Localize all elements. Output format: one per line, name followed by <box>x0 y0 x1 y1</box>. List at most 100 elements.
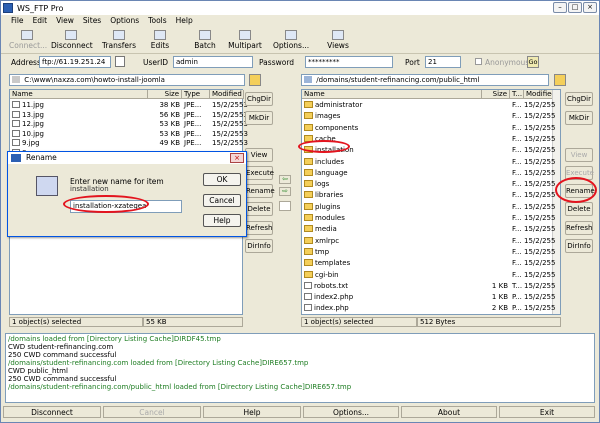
table-row[interactable]: administrator F... 15/2/255 <box>302 101 555 110</box>
right-path-combo[interactable]: /domains/student-refinancing.com/public_… <box>301 74 549 86</box>
menu-bar: File Edit View Sites Options Tools Help <box>1 15 599 27</box>
bottom-disconnect-button[interactable]: Disconnect <box>3 406 101 418</box>
bottom-options-button[interactable]: Options... <box>303 406 399 418</box>
transfers-button[interactable]: Transfers <box>101 30 137 52</box>
right-refresh-button[interactable]: Refresh <box>565 221 593 235</box>
maximize-button[interactable]: □ <box>568 2 582 13</box>
userid-label: UserID <box>143 58 169 67</box>
connect-button[interactable]: Connect... <box>9 30 47 52</box>
userid-input[interactable]: admin <box>173 56 253 68</box>
file-name-text: administrator <box>315 101 363 109</box>
right-dirinfo-button[interactable]: DirInfo <box>565 239 593 253</box>
left-view-button[interactable]: View <box>245 148 273 162</box>
bottom-help-button[interactable]: Help <box>203 406 301 418</box>
transfer-to-remote-button[interactable]: ⇨ <box>279 187 291 196</box>
table-row[interactable]: plugins F... 15/2/255 <box>302 202 555 212</box>
left-dirinfo-button[interactable]: DirInfo <box>245 239 273 253</box>
left-folder-up-icon[interactable] <box>249 74 261 86</box>
left-chgdir-button[interactable]: ChgDir <box>245 92 273 106</box>
table-row[interactable]: 10.jpg 53 KB JPE... 15/2/2553 <box>10 129 248 139</box>
left-col-modified[interactable]: Modified <box>210 90 244 99</box>
left-col-name[interactable]: Name <box>10 90 148 99</box>
folder-icon <box>304 214 313 221</box>
left-path-combo[interactable]: C:\www\naxza.com\howto-install-joomla <box>9 74 245 86</box>
table-row[interactable]: 11.jpg 38 KB JPE... 15/2/2553 <box>10 101 248 110</box>
table-row[interactable]: media F... 15/2/255 <box>302 225 555 234</box>
folder-icon <box>304 270 313 278</box>
bottom-about-button[interactable]: About <box>401 406 497 418</box>
table-row[interactable]: cgi-bin F... 15/2/255 <box>302 270 555 280</box>
password-input[interactable]: ********* <box>305 56 393 68</box>
right-view-button[interactable]: View <box>565 148 593 162</box>
menu-file[interactable]: File <box>11 15 24 27</box>
table-row[interactable]: 9.jpg 49 KB JPE... 15/2/2553 <box>10 139 248 148</box>
right-folder-up-icon[interactable] <box>554 74 566 86</box>
left-col-size[interactable]: Size <box>148 90 182 99</box>
table-row[interactable]: images F... 15/2/255 <box>302 112 555 121</box>
menu-view[interactable]: View <box>56 15 74 27</box>
table-row[interactable]: libraries F... 15/2/255 <box>302 191 555 200</box>
rename-file-icon <box>36 176 58 196</box>
table-row[interactable]: components F... 15/2/255 <box>302 123 555 133</box>
batch-button[interactable]: Batch <box>192 30 218 52</box>
right-chgdir-button[interactable]: ChgDir <box>565 92 593 106</box>
menu-sites[interactable]: Sites <box>83 15 101 27</box>
disconnect-button[interactable]: Disconnect <box>51 30 93 52</box>
message-log[interactable]: /domains loaded from [Directory Listing … <box>5 333 595 403</box>
table-row[interactable]: templates F... 15/2/255 <box>302 259 555 268</box>
close-window-button[interactable]: × <box>583 2 597 13</box>
anonymous-checkbox[interactable] <box>475 58 482 65</box>
file-size: 38 KB <box>159 101 180 109</box>
file-type: F... <box>512 247 522 256</box>
table-row[interactable]: 13.jpg 56 KB JPE... 15/2/2553 <box>10 110 248 120</box>
file-icon <box>12 139 20 146</box>
left-refresh-button[interactable]: Refresh <box>245 221 273 235</box>
views-button[interactable]: Views <box>325 30 351 52</box>
table-row[interactable]: xmlrpc F... 15/2/255 <box>302 236 555 246</box>
address-dropdown-icon[interactable] <box>115 56 125 67</box>
table-row[interactable]: index.php 2 KB P... 15/2/255 <box>302 304 555 313</box>
left-execute-button[interactable]: Execute <box>245 166 274 180</box>
table-row[interactable]: index2.php 1 KB P... 15/2/255 <box>302 293 555 302</box>
transfer-to-local-button[interactable]: ⇦ <box>279 175 291 184</box>
right-col-name[interactable]: Name <box>302 90 482 99</box>
file-name: 11.jpg <box>12 101 44 110</box>
left-mkdir-button[interactable]: MkDir <box>245 111 273 125</box>
menu-edit[interactable]: Edit <box>33 15 48 27</box>
file-name: tmp <box>304 247 329 257</box>
log-line: /domains/student-refinancing.com/public_… <box>8 383 352 391</box>
right-col-type[interactable]: T... <box>510 90 524 99</box>
table-row[interactable]: language F... 15/2/255 <box>302 168 555 178</box>
bottom-cancel-button[interactable]: Cancel <box>103 406 201 418</box>
table-row[interactable]: robots.txt 1 KB T... 15/2/255 <box>302 281 555 291</box>
minimize-button[interactable]: – <box>553 2 567 13</box>
right-mkdir-button[interactable]: MkDir <box>565 111 593 125</box>
rename-ok-button[interactable]: OK <box>203 173 241 186</box>
left-col-type[interactable]: Type <box>182 90 210 99</box>
menu-options[interactable]: Options <box>110 15 139 27</box>
edits-button[interactable]: Edits <box>147 30 173 52</box>
menu-help[interactable]: Help <box>176 15 193 27</box>
table-row[interactable]: tmp F... 15/2/255 <box>302 247 555 257</box>
file-icon <box>304 304 312 312</box>
multipart-button[interactable]: Multipart <box>227 30 263 52</box>
table-row[interactable]: includes F... 15/2/255 <box>302 157 555 167</box>
right-col-modified[interactable]: Modified <box>524 90 556 99</box>
left-delete-button[interactable]: Delete <box>245 202 273 216</box>
address-input[interactable]: ftp://61.19.251.24 <box>39 56 111 68</box>
table-row[interactable]: modules F... 15/2/255 <box>302 214 555 223</box>
go-button[interactable]: Go <box>527 56 539 68</box>
port-input[interactable]: 21 <box>425 56 461 68</box>
bottom-exit-button[interactable]: Exit <box>499 406 595 418</box>
right-delete-button[interactable]: Delete <box>565 202 593 216</box>
compare-icon[interactable] <box>279 201 291 211</box>
dialog-close-icon[interactable]: × <box>230 153 244 163</box>
right-col-size[interactable]: Size <box>482 90 510 99</box>
left-rename-button[interactable]: Rename <box>245 184 275 198</box>
table-row[interactable]: logs F... 15/2/255 <box>302 180 555 189</box>
table-row[interactable]: 12.jpg 53 KB JPE... 15/2/2553 <box>10 120 248 129</box>
menu-tools[interactable]: Tools <box>148 15 166 27</box>
options-button[interactable]: Options... <box>273 30 309 52</box>
rename-help-button[interactable]: Help <box>203 214 241 227</box>
rename-cancel-button[interactable]: Cancel <box>203 194 241 207</box>
